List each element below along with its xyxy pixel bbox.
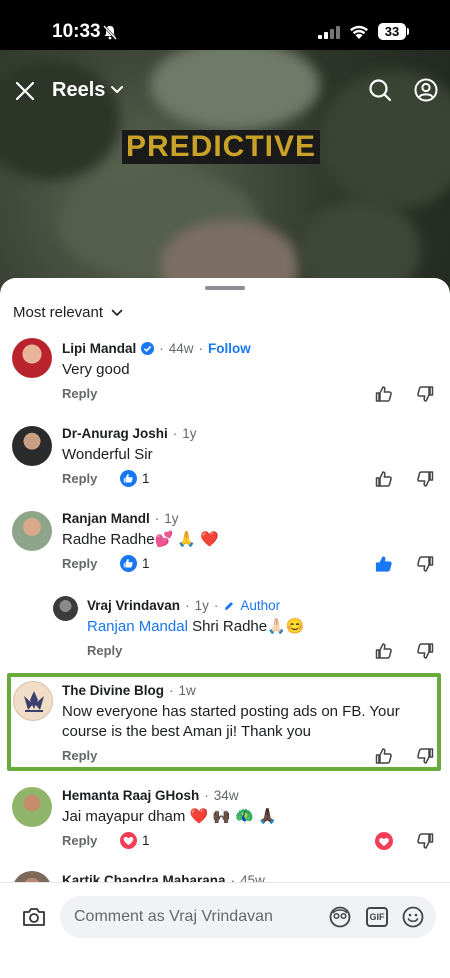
separator: · bbox=[159, 341, 164, 356]
reply-button[interactable]: Reply bbox=[87, 643, 122, 658]
avatar[interactable] bbox=[53, 596, 78, 621]
author-name[interactable]: The Divine Blog bbox=[62, 683, 164, 698]
reaction-count: 1 bbox=[142, 556, 150, 571]
wifi-icon bbox=[350, 25, 368, 39]
mention-link[interactable]: Ranjan Mandal bbox=[87, 618, 188, 635]
author-name[interactable]: Hemanta Raaj GHosh bbox=[62, 788, 199, 803]
love-icon-active[interactable] bbox=[374, 831, 394, 851]
gif-icon[interactable]: GIF bbox=[366, 907, 388, 927]
avatar-sticker-icon[interactable] bbox=[329, 906, 351, 928]
camera-icon[interactable] bbox=[22, 906, 46, 928]
heart-reaction-icon bbox=[120, 832, 137, 849]
reply-button[interactable]: Reply bbox=[62, 471, 97, 486]
verified-badge-icon bbox=[141, 342, 155, 355]
avatar[interactable] bbox=[12, 426, 52, 466]
separator: · bbox=[204, 788, 209, 803]
comment-time: 1y bbox=[164, 511, 179, 526]
reply-button[interactable]: Reply bbox=[62, 386, 97, 401]
sort-dropdown[interactable]: Most relevant bbox=[13, 304, 123, 321]
comment-composer: GIF bbox=[0, 882, 450, 978]
like-icon-active[interactable] bbox=[374, 554, 394, 574]
like-icon[interactable] bbox=[374, 384, 394, 404]
reply-button[interactable]: Reply bbox=[62, 556, 97, 571]
sort-label: Most relevant bbox=[13, 304, 104, 321]
separator: · bbox=[154, 511, 160, 526]
avatar[interactable] bbox=[12, 338, 52, 378]
comment-author[interactable]: Vraj Vrindavan · 1y · Author bbox=[87, 598, 280, 613]
reels-title[interactable]: Reels bbox=[52, 79, 105, 102]
comment-text: Wonderful Sir bbox=[62, 446, 153, 463]
avatar[interactable] bbox=[13, 681, 53, 721]
comment-time: 44w bbox=[168, 341, 194, 356]
comment-time: 34w bbox=[213, 788, 239, 803]
reply-text: Shri Radhe🙏🏻😊 bbox=[187, 618, 305, 635]
sheet-drag-handle[interactable] bbox=[205, 286, 245, 290]
chevron-down-icon bbox=[111, 309, 123, 316]
comment-text: Very good bbox=[62, 361, 130, 378]
follow-button[interactable]: Follow bbox=[208, 341, 251, 356]
like-reaction-icon bbox=[120, 555, 137, 572]
comment-text: Ranjan Mandal Shri Radhe🙏🏻😊 bbox=[87, 617, 304, 637]
emoji-icon[interactable] bbox=[402, 906, 424, 928]
separator: · bbox=[198, 341, 204, 356]
reaction-summary[interactable]: 1 bbox=[120, 470, 150, 487]
like-reaction-icon bbox=[120, 470, 137, 487]
comment-text: Jai mayapur dham ❤️ 🙌🏿 🦚 🙏🏿 bbox=[62, 808, 277, 825]
dislike-icon[interactable] bbox=[415, 554, 435, 574]
author-name[interactable]: Ranjan Mandl bbox=[62, 511, 150, 526]
comment-author[interactable]: Dr-Anurag Joshi · 1y bbox=[62, 426, 197, 441]
dislike-icon[interactable] bbox=[415, 384, 435, 404]
comments-sheet: Most relevant Lipi Mandal · 44w · Follow… bbox=[0, 278, 450, 978]
separator: · bbox=[172, 426, 178, 441]
comment-text-line: Now everyone has started posting ads on … bbox=[62, 703, 400, 720]
comment-time: 1y bbox=[194, 598, 209, 613]
author-name[interactable]: Lipi Mandal bbox=[62, 341, 136, 356]
battery-indicator: 33 bbox=[378, 23, 406, 40]
bell-off-icon bbox=[103, 25, 117, 40]
reaction-count: 1 bbox=[142, 833, 150, 848]
reaction-summary[interactable]: 1 bbox=[120, 832, 150, 849]
comment-text: Now everyone has started posting ads on … bbox=[62, 702, 434, 742]
separator: · bbox=[169, 683, 174, 698]
close-icon[interactable] bbox=[14, 80, 36, 102]
dislike-icon[interactable] bbox=[415, 641, 435, 661]
reaction-summary[interactable]: 1 bbox=[120, 555, 150, 572]
cellular-signal-icon bbox=[318, 26, 340, 39]
comment-text-line: course is the best Aman ji! Thank you bbox=[62, 723, 312, 740]
search-icon[interactable] bbox=[368, 78, 392, 102]
comment-time: 1y bbox=[182, 426, 197, 441]
comment-time: 1w bbox=[178, 683, 196, 698]
author-badge: Author bbox=[240, 598, 281, 613]
battery-tip bbox=[407, 28, 409, 35]
reply-button[interactable]: Reply bbox=[62, 833, 97, 848]
comment-author[interactable]: The Divine Blog · 1w bbox=[62, 683, 196, 698]
separator: · bbox=[213, 598, 219, 613]
comment-author[interactable]: Hemanta Raaj GHosh · 34w bbox=[62, 788, 239, 803]
status-time: 10:33 bbox=[52, 21, 101, 42]
separator: · bbox=[185, 598, 190, 613]
comment-author[interactable]: Ranjan Mandl · 1y bbox=[62, 511, 179, 526]
like-icon[interactable] bbox=[374, 641, 394, 661]
dislike-icon[interactable] bbox=[415, 831, 435, 851]
avatar[interactable] bbox=[12, 511, 52, 551]
status-bar: 10:33 33 bbox=[0, 0, 450, 50]
lotus-logo-icon bbox=[24, 691, 44, 712]
pencil-icon bbox=[225, 601, 234, 610]
avatar[interactable] bbox=[12, 787, 52, 827]
reaction-count: 1 bbox=[142, 471, 150, 486]
reply-button[interactable]: Reply bbox=[62, 748, 97, 763]
dislike-icon[interactable] bbox=[415, 746, 435, 766]
profile-icon[interactable] bbox=[414, 78, 438, 102]
author-name[interactable]: Dr-Anurag Joshi bbox=[62, 426, 168, 441]
video-caption: PREDICTIVE bbox=[122, 130, 321, 164]
like-icon[interactable] bbox=[374, 746, 394, 766]
comment-text: Radhe Radhe💕 🙏 ❤️ bbox=[62, 531, 219, 548]
chevron-down-icon[interactable] bbox=[110, 85, 124, 95]
author-name[interactable]: Vraj Vrindavan bbox=[87, 598, 180, 613]
like-icon[interactable] bbox=[374, 469, 394, 489]
dislike-icon[interactable] bbox=[415, 469, 435, 489]
comment-author[interactable]: Lipi Mandal · 44w · Follow bbox=[62, 341, 251, 356]
